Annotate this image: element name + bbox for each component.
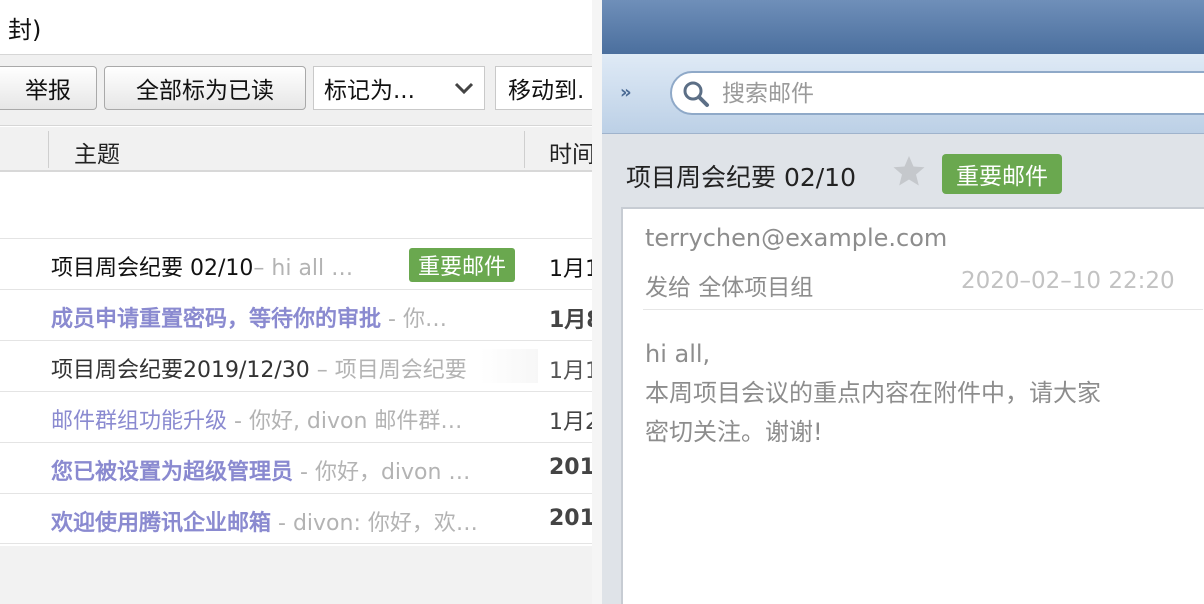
mail-list-panel: 封) 举报 全部标为已读 标记为... 移动到. 主题 时间 项目周会纪要 02… xyxy=(0,0,592,604)
column-divider xyxy=(524,131,525,168)
mark-all-read-button[interactable]: 全部标为已读 xyxy=(104,66,306,110)
header-divider xyxy=(643,309,1203,310)
mail-subject: 成员申请重置密码，等待你的审批 - 你… xyxy=(51,307,447,332)
important-tag[interactable]: 重要邮件 xyxy=(942,154,1062,194)
mark-as-label: 标记为... xyxy=(324,78,415,104)
folder-title: 封) xyxy=(8,16,42,44)
mail-subject-bar: 项目周会纪要 02/10 重要邮件 xyxy=(602,134,1204,206)
mail-date: 2020–02–10 22:20 xyxy=(961,268,1175,294)
mail-time: 1月8 xyxy=(549,308,592,333)
body-line: 密切关注。谢谢! xyxy=(645,418,823,446)
search-toolbar: » xyxy=(602,54,1204,134)
body-line: 本周项目会议的重点内容在附件中，请大家 xyxy=(645,379,1101,407)
mail-time: 1月1 xyxy=(549,257,592,282)
column-header: 主题 时间 xyxy=(0,127,592,172)
mail-row[interactable]: 您已被设置为超级管理员 - 你好，divon … 201 xyxy=(0,442,592,493)
mail-row[interactable]: 欢迎使用腾讯企业邮箱 - divon: 你好，欢… 201 xyxy=(0,493,592,544)
mail-rows: 项目周会纪要 02/10– hi all … 重要邮件 1月1 成员申请重置密码… xyxy=(0,238,592,544)
mail-body: hi all, 本周项目会议的重点内容在附件中，请大家 密切关注。谢谢! xyxy=(645,335,1195,452)
window-titlebar xyxy=(602,0,1204,54)
mail-content-card: terrychen@example.com 发给 全体项目组 2020–02–1… xyxy=(621,207,1204,604)
mail-subject: 项目周会纪要 02/10– hi all … xyxy=(51,256,354,281)
mail-time: 201 xyxy=(549,506,592,531)
important-tag[interactable]: 重要邮件 xyxy=(409,248,516,282)
mail-subject: 邮件群组功能升级 - 你好, divon 邮件群… xyxy=(51,409,463,434)
mail-row[interactable]: 项目周会纪要 02/10– hi all … 重要邮件 1月1 xyxy=(0,238,592,289)
mail-time: 201 xyxy=(549,455,592,480)
mail-snippet: – 项目周会纪要 xyxy=(309,358,467,383)
sender-address[interactable]: terrychen@example.com xyxy=(645,224,947,252)
expand-icon[interactable]: » xyxy=(620,82,632,103)
column-divider xyxy=(48,131,49,168)
mail-subject: 欢迎使用腾讯企业邮箱 - divon: 你好，欢… xyxy=(51,511,478,536)
mail-row[interactable]: 项目周会纪要2019/12/30 – 项目周会纪要 1月1 xyxy=(0,340,592,391)
mail-snippet: - 你… xyxy=(381,307,447,332)
snippet-fade xyxy=(480,349,538,383)
mail-snippet: - divon: 你好，欢… xyxy=(271,511,478,536)
reading-pane: » 项目周会纪要 02/10 重要邮件 terrychen@example.co… xyxy=(602,0,1204,604)
mail-row[interactable]: 邮件群组功能升级 - 你好, divon 邮件群… 1月2 xyxy=(0,391,592,442)
chevron-down-icon xyxy=(444,67,484,109)
body-line: hi all, xyxy=(645,340,711,368)
mail-snippet: – hi all … xyxy=(253,256,354,281)
mail-subject: 您已被设置为超级管理员 - 你好，divon … xyxy=(51,460,471,485)
star-icon[interactable] xyxy=(892,154,926,188)
list-footer xyxy=(0,546,592,604)
column-time[interactable]: 时间 xyxy=(549,135,592,169)
column-subject[interactable]: 主题 xyxy=(74,135,120,169)
mail-snippet: - 你好, divon 邮件群… xyxy=(227,409,463,434)
move-to-dropdown[interactable]: 移动到. xyxy=(495,66,592,110)
search-icon xyxy=(683,81,709,107)
search-input[interactable] xyxy=(722,79,1182,109)
mail-snippet: - 你好，divon … xyxy=(293,460,471,485)
mail-subject-title: 项目周会纪要 02/10 xyxy=(626,163,856,192)
mark-as-dropdown[interactable]: 标记为... xyxy=(313,66,485,110)
recipient-line: 发给 全体项目组 xyxy=(645,275,814,301)
mail-time: 1月1 xyxy=(549,359,592,384)
panel-gap xyxy=(592,0,602,604)
mail-subject: 项目周会纪要2019/12/30 – 项目周会纪要 xyxy=(51,358,467,383)
mail-toolbar: 举报 全部标为已读 标记为... 移动到. xyxy=(0,54,592,126)
mail-row[interactable]: 成员申请重置密码，等待你的审批 - 你… 1月8 xyxy=(0,289,592,340)
report-button[interactable]: 举报 xyxy=(0,66,97,110)
mail-time: 1月2 xyxy=(549,410,592,435)
search-box[interactable] xyxy=(670,71,1204,115)
